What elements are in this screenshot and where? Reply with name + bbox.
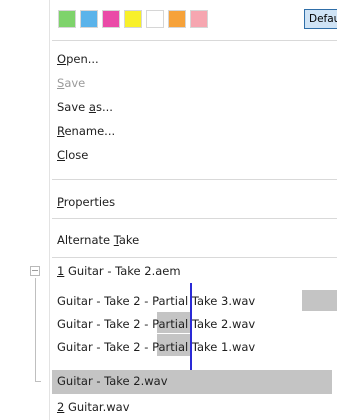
take-item-partial-2[interactable]: Guitar - Take 2 - Partial Take 2.wav <box>57 315 255 333</box>
separator <box>52 40 337 41</box>
collapse-toggle-icon[interactable] <box>30 266 40 276</box>
take-item-full[interactable]: Guitar - Take 2.wav <box>57 372 168 390</box>
swatch-magenta[interactable] <box>102 10 120 28</box>
take-item-partial-1[interactable]: Guitar - Take 2 - Partial Take 1.wav <box>57 338 255 356</box>
take-group-1[interactable]: 1 Guitar - Take 2.aem <box>57 262 181 280</box>
swatch-blue[interactable] <box>80 10 98 28</box>
menu-item-properties-mnemonic: P <box>57 195 64 209</box>
menu-item-open-mnemonic: O <box>57 52 67 66</box>
menu-item-close-mnemonic: C <box>57 148 66 162</box>
menu-item-save-as[interactable]: Save as... <box>57 98 113 116</box>
menu-item-close-label: lose <box>65 148 89 162</box>
default-color-button[interactable]: Default <box>304 9 337 29</box>
tree-connector-elbow <box>35 381 41 382</box>
menu-item-open-label: pen... <box>66 52 99 66</box>
menu-item-save-as-label-pre: Save <box>57 100 89 114</box>
menu-gutter <box>0 0 50 420</box>
playhead-cursor <box>190 283 192 370</box>
menu-item-alternate-take-label: ake <box>118 233 140 247</box>
swatch-white[interactable] <box>146 10 164 28</box>
menu-item-open[interactable]: Open... <box>57 50 99 68</box>
menu-item-alternate-take[interactable]: Alternate Take <box>57 231 139 249</box>
tree-connector-line <box>35 278 36 382</box>
menu-item-properties-label: roperties <box>63 195 116 209</box>
menu-item-properties[interactable]: Properties <box>57 193 115 211</box>
menu-item-alternate-take-label-pre: Alternate <box>57 233 114 247</box>
swatch-pink[interactable] <box>190 10 208 28</box>
menu-item-rename-label: ename... <box>64 124 116 138</box>
separator <box>52 257 337 258</box>
take-item-partial-3[interactable]: Guitar - Take 2 - Partial Take 3.wav <box>57 292 255 310</box>
swatch-yellow[interactable] <box>124 10 142 28</box>
menu-item-save-as-label: s... <box>95 100 113 114</box>
separator <box>52 179 337 180</box>
menu-item-close[interactable]: Close <box>57 146 88 164</box>
take-clip-partial-3 <box>302 290 337 311</box>
take-group-1-label: Guitar - Take 2.aem <box>64 264 181 278</box>
swatch-orange[interactable] <box>168 10 186 28</box>
menu-item-rename[interactable]: Rename... <box>57 122 115 140</box>
menu-item-save-as-mnemonic: a <box>88 100 96 114</box>
swatch-green[interactable] <box>58 10 76 28</box>
take-group-2-label: Guitar.wav <box>64 400 130 414</box>
menu-item-save: Save <box>57 74 85 92</box>
menu-item-save-label: ave <box>64 76 86 90</box>
gutter-border <box>49 0 50 420</box>
take-group-2[interactable]: 2 Guitar.wav <box>57 398 130 416</box>
separator <box>52 218 337 219</box>
